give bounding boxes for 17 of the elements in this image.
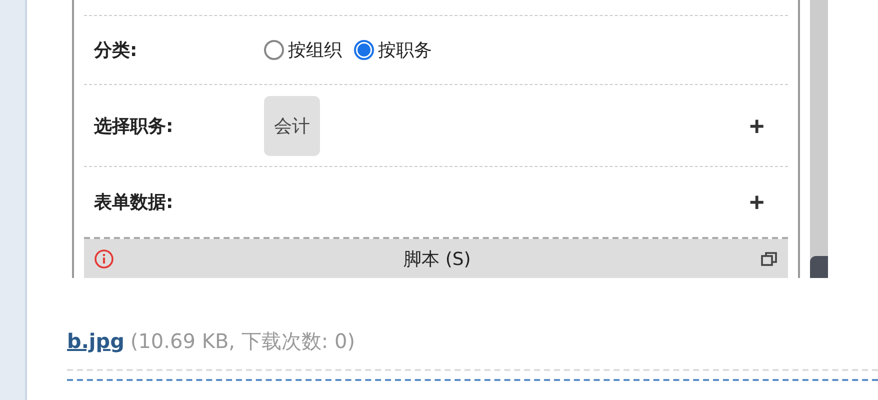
field-label: 分类: <box>92 39 138 62</box>
attachment-link[interactable]: b.jpg <box>67 329 124 353</box>
radio-option[interactable]: 按组织 <box>264 38 342 62</box>
radio-button[interactable] <box>354 40 374 60</box>
field-label: 表单数据: <box>92 191 174 214</box>
add-button[interactable]: + <box>745 189 768 215</box>
attachment-meta: (10.69 KB, 下载次数: 0) <box>130 328 355 355</box>
footer-title: 脚本 (S) <box>402 248 472 270</box>
scrollbar[interactable] <box>810 0 828 278</box>
field-label: 选择职务: <box>93 114 174 138</box>
scrollbar-thumb[interactable] <box>810 256 828 278</box>
restore-icon[interactable] <box>760 250 778 268</box>
tag-chip[interactable]: 会计 <box>264 96 320 156</box>
add-button[interactable]: + <box>745 112 768 138</box>
radio-button[interactable] <box>264 40 284 60</box>
radio-option[interactable]: 按职务 <box>354 38 432 62</box>
info-icon <box>94 248 114 268</box>
